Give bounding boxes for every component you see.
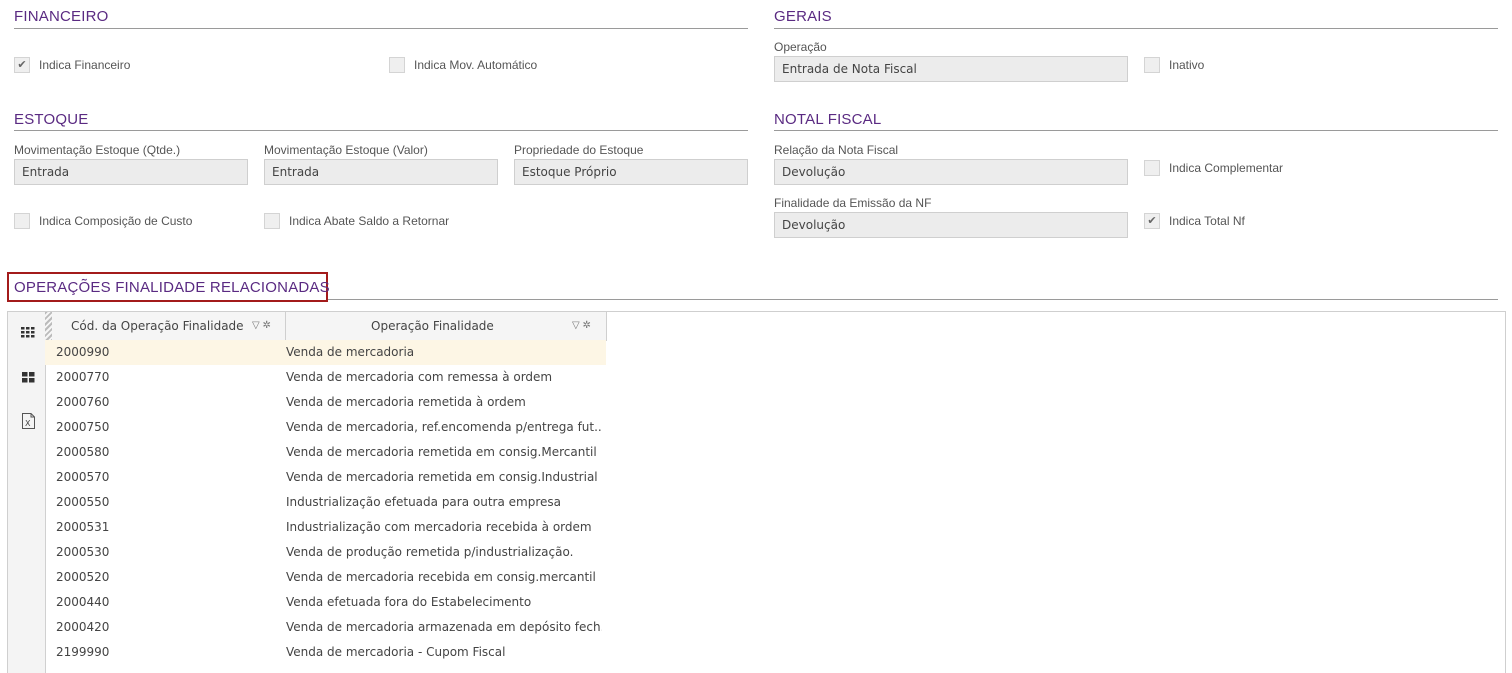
propriedade-field[interactable]: Estoque Próprio: [514, 159, 748, 185]
table-row[interactable]: 2000520 Venda de mercadoria recebida em c…: [45, 565, 606, 590]
drag-handle-icon[interactable]: [45, 312, 52, 340]
table-row[interactable]: 2000990 Venda de mercadoria: [45, 340, 606, 365]
cell-codigo: 2000990: [56, 345, 110, 359]
empty-checkbox-icon: [264, 213, 280, 229]
cell-codigo: 2000530: [56, 545, 110, 559]
indica-composicao-checkbox[interactable]: Indica Composição de Custo: [14, 212, 192, 230]
cell-operacao: Industrialização com mercadoria recebida…: [286, 520, 592, 534]
cell-operacao: Venda de mercadoria remetida em consig.I…: [286, 470, 598, 484]
column-separator[interactable]: [285, 312, 286, 340]
settings-icon[interactable]: ✲: [262, 320, 270, 331]
relacao-field[interactable]: Devolução: [774, 159, 1128, 185]
grid-view-icon[interactable]: [20, 324, 36, 340]
checkmark-icon: ✔: [1144, 213, 1160, 229]
indica-abate-label: Indica Abate Saldo a Retornar: [289, 214, 450, 228]
cell-operacao: Venda de mercadoria armazenada em depósi…: [286, 620, 602, 634]
table-row[interactable]: 2000760 Venda de mercadoria remetida à or…: [45, 390, 606, 415]
operacao-field[interactable]: Entrada de Nota Fiscal: [774, 56, 1128, 82]
cell-operacao: Venda de mercadoria com remessa à ordem: [286, 370, 553, 384]
filter-icon[interactable]: ▽: [572, 320, 580, 331]
cell-operacao: Venda de mercadoria, ref.encomenda p/ent…: [286, 420, 602, 434]
indica-total-nf-checkbox[interactable]: ✔ Indica Total Nf: [1144, 212, 1245, 230]
cell-operacao: Venda de mercadoria recebida em consig.m…: [286, 570, 596, 584]
indica-abate-checkbox[interactable]: Indica Abate Saldo a Retornar: [264, 212, 449, 230]
cell-codigo: 2000770: [56, 370, 110, 384]
indica-financeiro-checkbox[interactable]: ✔ Indica Financeiro: [14, 56, 130, 74]
related-divider: [328, 299, 1498, 300]
cell-codigo: 2000570: [56, 470, 110, 484]
cell-codigo: 2000580: [56, 445, 110, 459]
excel-export-icon[interactable]: X: [20, 413, 36, 429]
cell-codigo: 2199990: [56, 645, 110, 659]
cell-operacao: Venda de mercadoria - Cupom Fiscal: [286, 645, 506, 659]
indica-financeiro-label: Indica Financeiro: [39, 58, 131, 72]
column-codigo-tools: ▽ ✲: [252, 312, 271, 340]
cell-operacao: Venda de produção remetida p/industriali…: [286, 545, 574, 559]
table-row[interactable]: 2000531 Industrialização com mercadoria r…: [45, 515, 606, 540]
mov-valor-label: Movimentação Estoque (Valor): [264, 143, 428, 157]
cell-codigo: 2000750: [56, 420, 110, 434]
financeiro-title: FINANCEIRO: [14, 8, 109, 25]
filter-icon[interactable]: ▽: [252, 320, 260, 331]
indica-complementar-checkbox[interactable]: Indica Complementar: [1144, 159, 1283, 177]
empty-checkbox-icon: [1144, 57, 1160, 73]
table-row[interactable]: 2000770 Venda de mercadoria com remessa à…: [45, 365, 606, 390]
empty-checkbox-icon: [14, 213, 30, 229]
column-operacao-tools: ▽ ✲: [572, 312, 591, 340]
indica-mov-automatico-label: Indica Mov. Automático: [414, 58, 538, 72]
operacao-label: Operação: [774, 40, 827, 54]
finalidade-field[interactable]: Devolução: [774, 212, 1128, 238]
checkmark-icon: ✔: [14, 57, 30, 73]
svg-text:X: X: [25, 419, 31, 428]
propriedade-label: Propriedade do Estoque: [514, 143, 644, 157]
finalidade-label: Finalidade da Emissão da NF: [774, 196, 932, 210]
related-title: OPERAÇÕES FINALIDADE RELACIONADAS: [14, 279, 330, 296]
grid-toolbar: X: [8, 312, 46, 673]
card-view-icon[interactable]: [20, 369, 36, 385]
nota-fiscal-divider: [774, 130, 1498, 131]
cell-codigo: 2000531: [56, 520, 110, 534]
empty-checkbox-icon: [1144, 160, 1160, 176]
table-row[interactable]: 2000440 Venda efetuada fora do Estabeleci…: [45, 590, 606, 615]
mov-valor-field[interactable]: Entrada: [264, 159, 498, 185]
cell-operacao: Venda de mercadoria remetida em consig.M…: [286, 445, 597, 459]
cell-codigo: 2000550: [56, 495, 110, 509]
cell-operacao: Venda de mercadoria remetida à ordem: [286, 395, 526, 409]
column-header-operacao[interactable]: Operação Finalidade: [371, 312, 494, 340]
gerais-divider: [774, 28, 1498, 29]
table-row[interactable]: 2000580 Venda de mercadoria remetida em c…: [45, 440, 606, 465]
column-header-codigo[interactable]: Cód. da Operação Finalidade: [71, 312, 244, 340]
inativo-checkbox[interactable]: Inativo: [1144, 56, 1204, 74]
relacao-label: Relação da Nota Fiscal: [774, 143, 899, 157]
cell-operacao: Venda efetuada fora do Estabelecimento: [286, 595, 532, 609]
cell-codigo: 2000420: [56, 620, 110, 634]
nota-fiscal-title: NOTAL FISCAL: [774, 111, 882, 128]
table-row[interactable]: 2000550 Industrialização efetuada para ou…: [45, 490, 606, 515]
indica-complementar-label: Indica Complementar: [1169, 161, 1284, 175]
financeiro-divider: [14, 28, 748, 29]
cell-codigo: 2000760: [56, 395, 110, 409]
estoque-title: ESTOQUE: [14, 111, 89, 128]
cell-codigo: 2000440: [56, 595, 110, 609]
gerais-title: GERAIS: [774, 8, 832, 25]
table-row[interactable]: 2000530 Venda de produção remetida p/indu…: [45, 540, 606, 565]
empty-checkbox-icon: [389, 57, 405, 73]
cell-operacao: Industrialização efetuada para outra emp…: [286, 495, 561, 509]
mov-qtde-field[interactable]: Entrada: [14, 159, 248, 185]
table-row[interactable]: 2000750 Venda de mercadoria, ref.encomend…: [45, 415, 606, 440]
mov-qtde-label: Movimentação Estoque (Qtde.): [14, 143, 181, 157]
table-row[interactable]: 2000420 Venda de mercadoria armazenada em…: [45, 615, 606, 640]
cell-codigo: 2000520: [56, 570, 110, 584]
indica-total-nf-label: Indica Total Nf: [1169, 214, 1245, 228]
estoque-divider: [14, 130, 748, 131]
table-row[interactable]: 2199990 Venda de mercadoria - Cupom Fisca…: [45, 640, 606, 665]
inativo-label: Inativo: [1169, 58, 1205, 72]
cell-operacao: Venda de mercadoria: [286, 345, 415, 359]
table-row[interactable]: 2000570 Venda de mercadoria remetida em c…: [45, 465, 606, 490]
indica-mov-automatico-checkbox[interactable]: Indica Mov. Automático: [389, 56, 537, 74]
settings-icon[interactable]: ✲: [582, 320, 590, 331]
indica-composicao-label: Indica Composição de Custo: [39, 214, 193, 228]
